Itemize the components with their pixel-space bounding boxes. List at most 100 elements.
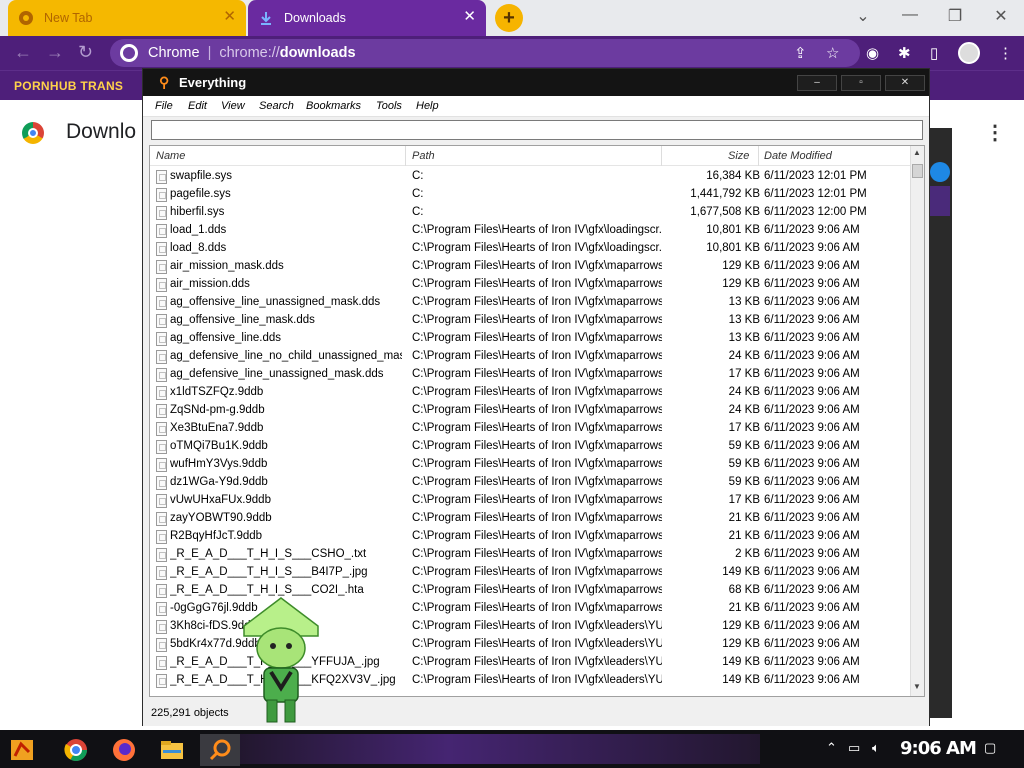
- vertical-scrollbar[interactable]: ▲ ▼: [910, 146, 924, 696]
- table-row[interactable]: load_8.dds C:\Program Files\Hearts of Iro…: [150, 240, 910, 258]
- extensions-icon[interactable]: ✱: [898, 44, 911, 62]
- table-row[interactable]: ZqSNd-pm-g.9ddb C:\Program Files\Hearts o…: [150, 402, 910, 420]
- file-size: 149 KB: [722, 566, 760, 578]
- back-icon[interactable]: ←: [14, 42, 32, 63]
- file-date-modified: 6/11/2023 9:06 AM: [764, 674, 860, 686]
- star-icon[interactable]: ☆: [826, 44, 839, 62]
- notification-icon[interactable]: ▢: [984, 740, 996, 756]
- search-input[interactable]: [151, 120, 923, 140]
- file-path: C:\Program Files\Hearts of Iron IV\gfx\m…: [412, 566, 662, 578]
- file-path: C:: [412, 188, 424, 200]
- table-row[interactable]: R2BqyHfJcT.9ddb C:\Program Files\Hearts o…: [150, 528, 910, 546]
- new-tab-button[interactable]: +: [495, 4, 523, 32]
- close-window-icon[interactable]: ✕: [989, 6, 1013, 26]
- everything-taskbar-icon[interactable]: [200, 734, 240, 766]
- chrome-icon: [18, 10, 34, 26]
- column-divider[interactable]: [405, 146, 406, 166]
- table-row[interactable]: _R_E_A_D___T_H_I_S___CSHO_.txt C:\Program…: [150, 546, 910, 564]
- profile-icon[interactable]: [958, 42, 980, 64]
- extension-avatar-icon[interactable]: ◉: [866, 44, 879, 62]
- kebab-menu-icon[interactable]: ⋮: [998, 44, 1013, 62]
- table-row[interactable]: x1ldTSZFQz.9ddb C:\Program Files\Hearts o…: [150, 384, 910, 402]
- scroll-thumb[interactable]: [912, 164, 923, 178]
- file-size: 13 KB: [728, 314, 760, 326]
- menu-file[interactable]: File: [155, 100, 173, 112]
- file-date-modified: 6/11/2023 9:06 AM: [764, 548, 860, 560]
- show-hidden-icons-icon[interactable]: ⌃: [826, 740, 837, 756]
- table-row[interactable]: pagefile.sys C: 1,441,792 KB 6/11/2023 12:0…: [150, 186, 910, 204]
- everything-titlebar[interactable]: ⚲ Everything – ▫ ✕: [143, 69, 929, 96]
- file-icon: [156, 458, 167, 472]
- table-row[interactable]: vUwUHxaFUx.9ddb C:\Program Files\Hearts o…: [150, 492, 910, 510]
- table-row[interactable]: load_1.dds C:\Program Files\Hearts of Iro…: [150, 222, 910, 240]
- table-row[interactable]: ag_defensive_line_no_child_unassigned_ma…: [150, 348, 910, 366]
- table-row[interactable]: ag_defensive_line_unassigned_mask.dds C:\…: [150, 366, 910, 384]
- menu-bookmarks[interactable]: Bookmarks: [306, 100, 361, 112]
- table-row[interactable]: ag_offensive_line.dds C:\Program Files\He…: [150, 330, 910, 348]
- file-icon: [156, 278, 167, 292]
- column-divider[interactable]: [758, 146, 759, 166]
- file-icon: [156, 620, 167, 634]
- tab-new-tab[interactable]: New Tab ✕: [8, 0, 246, 36]
- table-row[interactable]: air_mission_mask.dds C:\Program Files\Hea…: [150, 258, 910, 276]
- table-row[interactable]: _R_E_A_D___T_H_I_S___B4I7P_.jpg C:\Progra…: [150, 564, 910, 582]
- bookmark-item[interactable]: PORNHUB TRANS: [14, 79, 123, 93]
- minimize-icon[interactable]: —: [898, 6, 922, 24]
- table-row[interactable]: hiberfil.sys C: 1,677,508 KB 6/11/2023 12:0…: [150, 204, 910, 222]
- volume-icon[interactable]: 🔈︎: [872, 740, 880, 756]
- network-icon[interactable]: ▭: [848, 740, 860, 756]
- table-row[interactable]: Xe3BtuEna7.9ddb C:\Program Files\Hearts o…: [150, 420, 910, 438]
- reload-icon[interactable]: ↻: [78, 42, 93, 63]
- folder-icon[interactable]: [152, 734, 192, 766]
- tab-search-icon[interactable]: ⌄: [851, 6, 875, 26]
- table-row[interactable]: wufHmY3Vys.9ddb C:\Program Files\Hearts o…: [150, 456, 910, 474]
- scroll-up-icon[interactable]: ▲: [913, 148, 921, 157]
- url-path: downloads: [279, 45, 356, 61]
- tab-downloads[interactable]: Downloads ✕: [248, 0, 486, 36]
- menu-help[interactable]: Help: [416, 100, 439, 112]
- file-size: 129 KB: [722, 278, 760, 290]
- forward-icon[interactable]: →: [46, 42, 64, 63]
- file-path: C:: [412, 170, 424, 182]
- sidebar-icon[interactable]: ▯: [930, 44, 938, 62]
- everything-icon: ⚲: [159, 74, 170, 90]
- close-button[interactable]: ✕: [885, 75, 925, 91]
- menu-tools[interactable]: Tools: [376, 100, 402, 112]
- close-icon[interactable]: ✕: [463, 9, 476, 25]
- menu-search[interactable]: Search: [259, 100, 294, 112]
- column-name[interactable]: Name: [156, 150, 185, 162]
- file-name: ag_offensive_line_mask.dds: [170, 314, 315, 326]
- file-path: C:\Program Files\Hearts of Iron IV\gfx\m…: [412, 350, 662, 362]
- restore-icon[interactable]: ❐: [943, 6, 967, 26]
- file-icon: [156, 350, 167, 364]
- file-size: 68 KB: [728, 584, 760, 596]
- file-icon: [156, 674, 167, 688]
- table-row[interactable]: ag_offensive_line_mask.dds C:\Program Fil…: [150, 312, 910, 330]
- table-row[interactable]: air_mission.dds C:\Program Files\Hearts o…: [150, 276, 910, 294]
- table-row[interactable]: ag_offensive_line_unassigned_mask.dds C:\…: [150, 294, 910, 312]
- scroll-down-icon[interactable]: ▼: [913, 682, 921, 691]
- column-date-modified[interactable]: Date Modified: [764, 150, 832, 162]
- chrome-taskbar-icon[interactable]: [56, 734, 96, 766]
- divider: |: [207, 45, 212, 61]
- start-button[interactable]: [2, 734, 42, 766]
- table-row[interactable]: oTMQi7Bu1K.9ddb C:\Program Files\Hearts o…: [150, 438, 910, 456]
- column-divider[interactable]: [661, 146, 662, 166]
- file-date-modified: 6/11/2023 9:06 AM: [764, 386, 860, 398]
- maximize-button[interactable]: ▫: [841, 75, 881, 91]
- menu-edit[interactable]: Edit: [188, 100, 207, 112]
- kebab-menu-icon[interactable]: ⋮: [985, 120, 1005, 145]
- address-bar[interactable]: Chrome | chrome://downloads: [110, 39, 860, 67]
- taskbar-clock[interactable]: 9:06 AM: [900, 738, 977, 759]
- menu-view[interactable]: View: [221, 100, 245, 112]
- column-size[interactable]: Size: [728, 150, 749, 162]
- column-path[interactable]: Path: [412, 150, 435, 162]
- minimize-button[interactable]: –: [797, 75, 837, 91]
- firefox-icon[interactable]: [104, 734, 144, 766]
- file-path: C:\Program Files\Hearts of Iron IV\gfx\m…: [412, 278, 662, 290]
- share-icon[interactable]: ⇪: [794, 44, 807, 62]
- close-icon[interactable]: ✕: [223, 9, 236, 25]
- table-row[interactable]: swapfile.sys C: 16,384 KB 6/11/2023 12:01 P…: [150, 168, 910, 186]
- table-row[interactable]: dz1WGa-Y9d.9ddb C:\Program Files\Hearts o…: [150, 474, 910, 492]
- table-row[interactable]: zayYOBWT90.9ddb C:\Program Files\Hearts o…: [150, 510, 910, 528]
